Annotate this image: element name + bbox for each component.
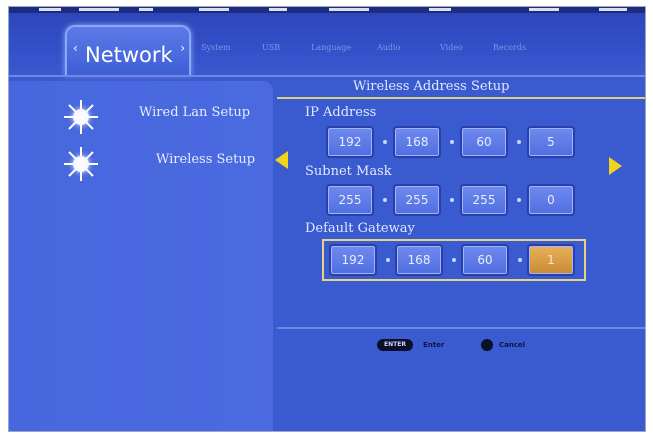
stripe-dash bbox=[269, 8, 287, 11]
octet-separator bbox=[383, 140, 387, 144]
octet-separator bbox=[452, 258, 456, 262]
ip-octet-4[interactable]: 5 bbox=[527, 126, 575, 158]
ip-octet-2[interactable]: 168 bbox=[393, 126, 441, 158]
sun-icon bbox=[61, 97, 101, 137]
octet-separator bbox=[450, 198, 454, 202]
subnet-mask-label: Subnet Mask bbox=[305, 164, 392, 179]
gateway-octet-2[interactable]: 168 bbox=[395, 244, 443, 276]
stripe-dash bbox=[529, 8, 559, 11]
subnet-octet-1[interactable]: 255 bbox=[326, 184, 374, 216]
top-menu-bar: ‹ Network › System USB Language Audio Vi… bbox=[9, 7, 645, 77]
tab-left-caret-icon: ‹ bbox=[73, 41, 78, 55]
cancel-key-icon bbox=[481, 339, 493, 351]
octet-separator bbox=[383, 198, 387, 202]
enter-key-icon: ENTER bbox=[377, 339, 413, 351]
gateway-octet-4[interactable]: 1 bbox=[527, 244, 575, 276]
cancel-hint: Cancel bbox=[499, 341, 526, 349]
octet-separator bbox=[386, 258, 390, 262]
octet-separator bbox=[517, 140, 521, 144]
tab-network[interactable]: ‹ Network › bbox=[65, 25, 191, 75]
title-divider bbox=[277, 97, 645, 99]
gateway-octet-3[interactable]: 60 bbox=[461, 244, 509, 276]
tab-system[interactable]: System bbox=[201, 43, 231, 52]
octet-separator bbox=[518, 258, 522, 262]
subnet-octet-2[interactable]: 255 bbox=[393, 184, 441, 216]
stripe-dash bbox=[329, 8, 369, 11]
tab-records[interactable]: Records bbox=[493, 43, 526, 52]
stripe-dash bbox=[199, 8, 229, 11]
tab-video[interactable]: Video bbox=[440, 43, 463, 52]
stripe-dash bbox=[139, 8, 153, 11]
octet-separator bbox=[517, 198, 521, 202]
tab-audio[interactable]: Audio bbox=[377, 43, 400, 52]
footer-divider bbox=[277, 327, 645, 329]
stripe-dash bbox=[429, 8, 451, 11]
subnet-octet-3[interactable]: 255 bbox=[460, 184, 508, 216]
gateway-octet-1[interactable]: 192 bbox=[329, 244, 377, 276]
nav-right-arrow-icon[interactable] bbox=[609, 157, 622, 175]
ip-octet-3[interactable]: 60 bbox=[460, 126, 508, 158]
page-title: Wireless Address Setup bbox=[353, 79, 510, 94]
tv-screen: ‹ Network › System USB Language Audio Vi… bbox=[8, 6, 646, 432]
tab-network-label: Network bbox=[85, 43, 173, 67]
subnet-octet-4[interactable]: 0 bbox=[527, 184, 575, 216]
ip-octet-1[interactable]: 192 bbox=[326, 126, 374, 158]
default-gateway-label: Default Gateway bbox=[305, 221, 415, 236]
nav-left-arrow-icon[interactable] bbox=[275, 151, 288, 169]
octet-separator bbox=[450, 140, 454, 144]
enter-hint: Enter bbox=[423, 341, 445, 349]
stripe-dash bbox=[599, 8, 627, 11]
sidebar bbox=[9, 81, 273, 431]
stripe-dash bbox=[79, 8, 119, 11]
stripe-dash bbox=[39, 8, 61, 11]
header-divider bbox=[9, 75, 645, 77]
sun-icon bbox=[61, 144, 101, 184]
ip-address-label: IP Address bbox=[305, 105, 377, 120]
sidebar-item-wireless[interactable]: Wireless Setup bbox=[156, 152, 255, 167]
tab-right-caret-icon: › bbox=[180, 41, 185, 55]
tab-language[interactable]: Language bbox=[311, 43, 351, 52]
sidebar-item-wired-lan[interactable]: Wired Lan Setup bbox=[139, 105, 250, 120]
tab-usb[interactable]: USB bbox=[262, 43, 280, 52]
